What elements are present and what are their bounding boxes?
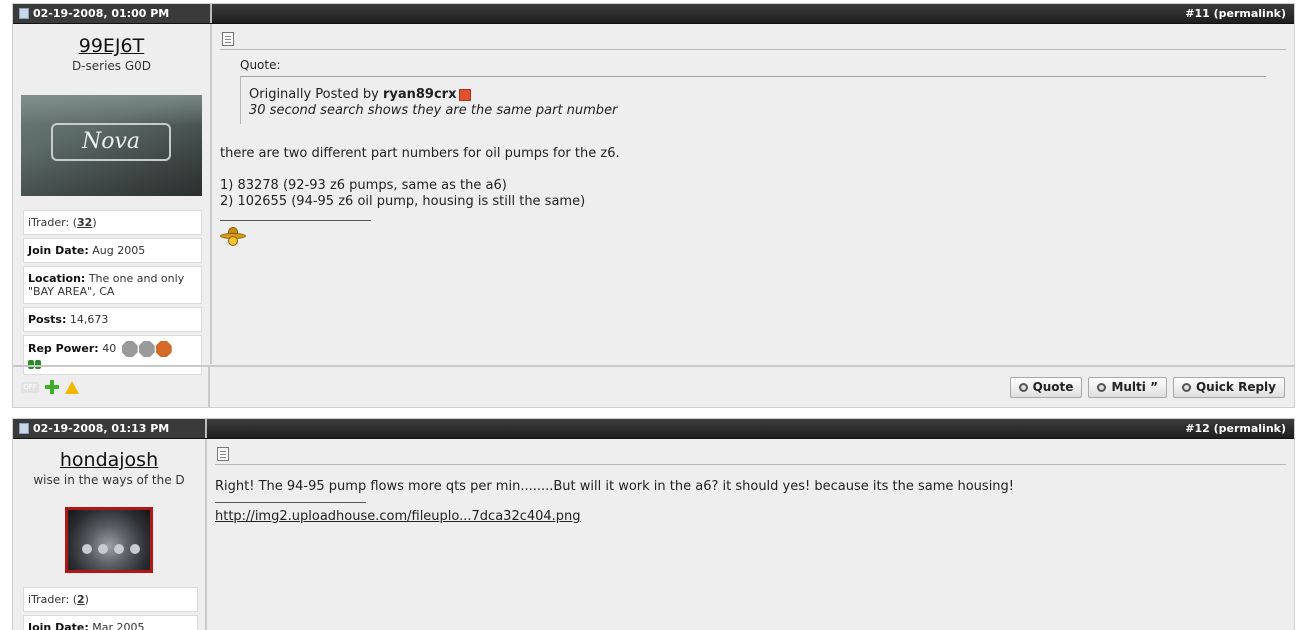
add-reputation-icon[interactable] xyxy=(45,380,59,394)
post-date-text: 02-19-2008, 01:13 PM xyxy=(33,422,170,435)
avatar[interactable] xyxy=(65,507,153,573)
itrader-close: ) xyxy=(84,593,89,606)
username-link[interactable]: hondajosh xyxy=(21,449,197,471)
user-stats: iTrader: (2) Join Date: Mar 2005 xyxy=(23,587,198,630)
post-footer-icons: OFF xyxy=(13,367,210,407)
itrader-label: iTrader: ( xyxy=(28,216,77,229)
post-date: 02-19-2008, 01:13 PM xyxy=(13,419,207,438)
join-date-stat: Join Date: Mar 2005 xyxy=(23,615,198,630)
post-divider xyxy=(215,464,1286,465)
join-date-value: Aug 2005 xyxy=(88,244,146,257)
quote-button-label: Quote xyxy=(1032,380,1074,394)
message-line: Right! The 94-95 pump flows more qts per… xyxy=(215,479,1015,494)
quote-block: Quote: Originally Posted by ryan89crx 30… xyxy=(240,58,1266,124)
join-date-label: Join Date: xyxy=(28,621,89,630)
message-line: 2) 102655 (94-95 z6 oil pump, housing is… xyxy=(220,194,586,209)
itrader-stat: iTrader: (32) xyxy=(23,210,202,235)
itrader-stat: iTrader: (2) xyxy=(23,587,198,612)
avatar-engine-image xyxy=(68,510,150,570)
post-message: Right! The 94-95 pump flows more qts per… xyxy=(215,479,1286,524)
avatar-nova-emblem: Nova xyxy=(51,123,171,161)
avatar[interactable]: Nova xyxy=(21,95,202,196)
post-actions: Quote Multi ” Quick Reply xyxy=(210,367,1294,407)
multi-quote-icon xyxy=(1097,382,1107,392)
post-content: Right! The 94-95 pump flows more qts per… xyxy=(207,439,1294,630)
posts-label: Posts: xyxy=(28,313,67,326)
post-message: there are two different part numbers for… xyxy=(220,146,1286,247)
post-icon xyxy=(217,447,229,461)
post-date: 02-19-2008, 01:00 PM xyxy=(13,4,212,23)
itrader-label: iTrader: ( xyxy=(28,593,77,606)
post-content: Quote: Originally Posted by ryan89crx 30… xyxy=(212,24,1294,364)
post-footer: OFF Quote Multi ” Quick Reply xyxy=(13,365,1294,407)
quick-reply-button[interactable]: Quick Reply xyxy=(1172,376,1285,398)
location-stat: Location: The one and only "BAY AREA", C… xyxy=(23,266,202,304)
message-line: 1) 83278 (92-93 z6 pumps, same as the a6… xyxy=(220,178,507,193)
message-line: there are two different part numbers for… xyxy=(220,146,620,161)
user-info-panel: 99EJ6T D-series G0D Nova iTrader: (32) J… xyxy=(13,24,212,375)
post-divider xyxy=(220,49,1286,50)
post-body: 99EJ6T D-series G0D Nova iTrader: (32) J… xyxy=(13,24,1294,375)
offline-icon: OFF xyxy=(21,381,39,393)
quote-text: 30 second search shows they are the same… xyxy=(249,103,618,118)
user-title: wise in the ways of the D xyxy=(33,473,185,487)
post-header: 02-19-2008, 01:00 PM #11 (permalink) xyxy=(13,4,1294,24)
signature-divider xyxy=(220,220,371,221)
image-link[interactable]: http://img2.uploadhouse.com/fileuplo...7… xyxy=(215,509,581,524)
multi-quote-label: Multi ” xyxy=(1111,380,1158,394)
post-12: 02-19-2008, 01:13 PM #12 (permalink) hon… xyxy=(12,418,1295,630)
reputation-icons xyxy=(121,341,172,357)
rep-power-value: 40 xyxy=(98,342,117,355)
quote-author: ryan89crx xyxy=(382,87,457,102)
post-page-icon xyxy=(19,8,29,19)
quick-reply-label: Quick Reply xyxy=(1195,380,1276,394)
post-page-icon xyxy=(19,423,29,434)
quote-attribution: Originally Posted by ryan89crx xyxy=(249,87,1258,102)
rep-gem-icon xyxy=(121,341,138,357)
posts-stat: Posts: 14,673 xyxy=(23,307,202,332)
username-link[interactable]: 99EJ6T xyxy=(21,35,202,57)
permalink-link[interactable]: #11 (permalink) xyxy=(1185,7,1286,20)
quote-button-icon xyxy=(1018,382,1028,392)
quote-label: Quote: xyxy=(240,58,281,72)
user-title: D-series G0D xyxy=(71,59,152,73)
post-date-text: 02-19-2008, 01:00 PM xyxy=(33,7,170,20)
posts-value: 14,673 xyxy=(66,313,109,326)
avatar-shine xyxy=(21,95,202,125)
rep-gem-icon xyxy=(155,341,172,357)
user-stats: iTrader: (32) Join Date: Aug 2005 Locati… xyxy=(23,210,202,375)
post-body: hondajosh wise in the ways of the D iTra… xyxy=(13,439,1294,630)
rep-power-label: Rep Power: xyxy=(28,342,99,355)
post-number: #11 (permalink) xyxy=(212,4,1294,23)
rep-gem-icon xyxy=(138,341,155,357)
itrader-link[interactable]: 2 xyxy=(77,593,85,606)
quick-reply-icon xyxy=(1181,382,1191,392)
quote-prefix: Originally Posted by xyxy=(249,87,383,102)
join-date-value: Mar 2005 xyxy=(88,621,145,630)
sombrero-smiley-icon xyxy=(220,225,246,247)
join-date-label: Join Date: xyxy=(28,244,89,257)
quote-button[interactable]: Quote xyxy=(1009,376,1083,398)
post-number: #12 (permalink) xyxy=(207,419,1294,438)
itrader-link[interactable]: 32 xyxy=(77,216,92,229)
quote-box: Originally Posted by ryan89crx 30 second… xyxy=(240,76,1266,124)
signature-divider xyxy=(215,502,366,503)
permalink-link[interactable]: #12 (permalink) xyxy=(1185,422,1286,435)
user-info-panel: hondajosh wise in the ways of the D iTra… xyxy=(13,439,207,630)
view-post-icon[interactable] xyxy=(459,88,472,101)
itrader-close: ) xyxy=(92,216,97,229)
post-11: 02-19-2008, 01:00 PM #11 (permalink) 99E… xyxy=(12,3,1295,408)
location-label: Location: xyxy=(28,272,86,285)
post-icon xyxy=(222,32,234,46)
report-warning-icon[interactable] xyxy=(65,380,79,394)
post-header: 02-19-2008, 01:13 PM #12 (permalink) xyxy=(13,419,1294,439)
multi-quote-button[interactable]: Multi ” xyxy=(1088,376,1167,398)
join-date-stat: Join Date: Aug 2005 xyxy=(23,238,202,263)
